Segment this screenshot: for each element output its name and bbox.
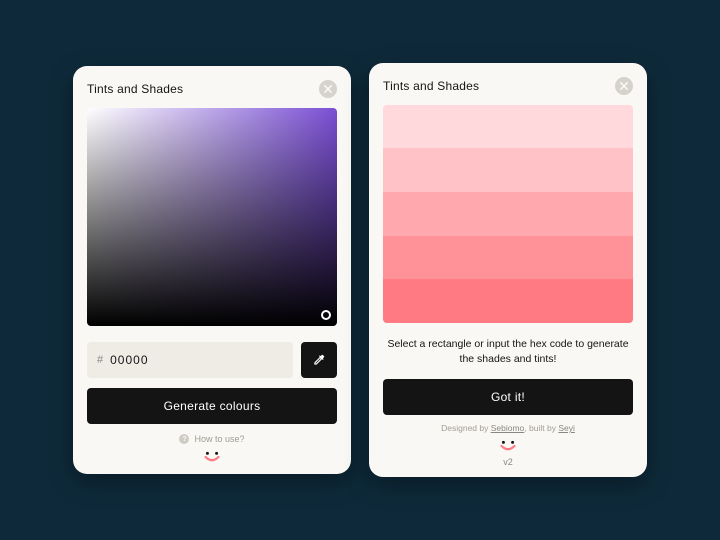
version-label: v2 xyxy=(383,457,633,467)
smiley-icon xyxy=(201,450,223,464)
help-label: How to use? xyxy=(194,434,244,444)
intro-card: Tints and Shades Select a rectangle or i… xyxy=(369,63,647,477)
generator-card: Tints and Shades # 00000 Generate colour… xyxy=(73,66,351,474)
credits-line: Designed by Sebiomo, built by Seyi xyxy=(383,423,633,433)
color-picker-canvas[interactable] xyxy=(87,108,337,326)
eyedropper-button[interactable] xyxy=(301,342,337,378)
card-header: Tints and Shades xyxy=(87,80,337,98)
eyedropper-icon xyxy=(312,353,326,367)
swatch[interactable] xyxy=(383,148,633,192)
close-button[interactable] xyxy=(319,80,337,98)
generate-button[interactable]: Generate colours xyxy=(87,388,337,424)
got-it-button[interactable]: Got it! xyxy=(383,379,633,415)
got-it-label: Got it! xyxy=(491,390,525,404)
card-header: Tints and Shades xyxy=(383,77,633,95)
hex-input[interactable]: # 00000 xyxy=(87,342,293,378)
designer-link[interactable]: Sebiomo xyxy=(491,423,525,433)
hex-value: 00000 xyxy=(110,353,148,367)
question-icon: ? xyxy=(179,434,189,444)
close-icon xyxy=(324,85,332,93)
swatch[interactable] xyxy=(383,105,633,149)
builder-link[interactable]: Seyi xyxy=(558,423,575,433)
close-button[interactable] xyxy=(615,77,633,95)
hex-prefix: # xyxy=(97,354,104,366)
swatch[interactable] xyxy=(383,279,633,323)
swatch[interactable] xyxy=(383,236,633,280)
close-icon xyxy=(620,82,628,90)
swatch[interactable] xyxy=(383,192,633,236)
swatch-list xyxy=(383,105,633,323)
instruction-text: Select a rectangle or input the hex code… xyxy=(383,337,633,367)
card-title: Tints and Shades xyxy=(87,82,183,96)
picker-handle[interactable] xyxy=(321,310,331,320)
generate-label: Generate colours xyxy=(164,399,261,413)
card-title: Tints and Shades xyxy=(383,79,479,93)
smiley-icon xyxy=(497,439,519,453)
input-row: # 00000 xyxy=(87,342,337,378)
help-link[interactable]: ? How to use? xyxy=(87,434,337,444)
